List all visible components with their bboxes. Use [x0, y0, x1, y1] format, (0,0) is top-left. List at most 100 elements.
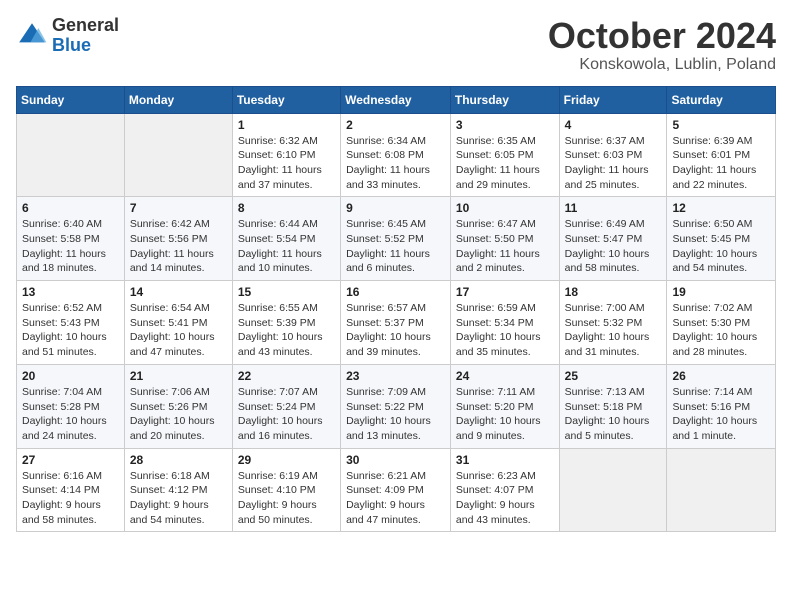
calendar-day-cell: 17 Sunrise: 6:59 AM Sunset: 5:34 PM Dayli… — [450, 281, 559, 365]
calendar-day-cell: 4 Sunrise: 6:37 AM Sunset: 6:03 PM Daylig… — [559, 113, 667, 197]
day-detail: Sunrise: 7:06 AM Sunset: 5:26 PM Dayligh… — [130, 385, 227, 444]
calendar-day-cell: 21Sunrise: 7:06 AM Sunset: 5:26 PM Dayli… — [124, 364, 232, 448]
day-detail: Sunrise: 6:49 AM Sunset: 5:47 PM Dayligh… — [565, 217, 662, 276]
calendar-day-cell: 13 Sunrise: 6:52 AM Sunset: 5:43 PM Dayli… — [17, 281, 125, 365]
day-detail: Sunrise: 6:44 AM Sunset: 5:54 PM Dayligh… — [238, 217, 335, 276]
day-detail: Sunrise: 6:45 AM Sunset: 5:52 PM Dayligh… — [346, 217, 445, 276]
weekday-header: Sunday — [17, 86, 125, 113]
calendar-day-cell: 5Sunrise: 6:39 AM Sunset: 6:01 PM Daylig… — [667, 113, 776, 197]
calendar-day-cell: 7 Sunrise: 6:42 AM Sunset: 5:56 PM Daylig… — [124, 197, 232, 281]
day-number: 3 — [456, 118, 554, 132]
day-number: 2 — [346, 118, 445, 132]
day-detail: Sunrise: 7:02 AM Sunset: 5:30 PM Dayligh… — [672, 301, 770, 360]
day-detail: Sunrise: 6:19 AM Sunset: 4:10 PM Dayligh… — [238, 469, 335, 528]
day-detail: Sunrise: 6:50 AM Sunset: 5:45 PM Dayligh… — [672, 217, 770, 276]
day-detail: Sunrise: 6:42 AM Sunset: 5:56 PM Dayligh… — [130, 217, 227, 276]
day-detail: Sunrise: 6:54 AM Sunset: 5:41 PM Dayligh… — [130, 301, 227, 360]
day-number: 20 — [22, 369, 119, 383]
calendar-day-cell: 6 Sunrise: 6:40 AM Sunset: 5:58 PM Daylig… — [17, 197, 125, 281]
day-number: 31 — [456, 453, 554, 467]
weekday-header: Saturday — [667, 86, 776, 113]
calendar-day-cell: 26 Sunrise: 7:14 AM Sunset: 5:16 PM Dayli… — [667, 364, 776, 448]
weekday-header: Wednesday — [341, 86, 451, 113]
day-number: 10 — [456, 201, 554, 215]
day-number: 7 — [130, 201, 227, 215]
month-title: October 2024 — [548, 16, 776, 56]
logo-text: General Blue — [52, 16, 119, 56]
day-number: 16 — [346, 285, 445, 299]
day-detail: Sunrise: 6:16 AM Sunset: 4:14 PM Dayligh… — [22, 469, 119, 528]
day-detail: Sunrise: 6:34 AM Sunset: 6:08 PM Dayligh… — [346, 134, 445, 193]
day-number: 8 — [238, 201, 335, 215]
calendar-day-cell: 31 Sunrise: 6:23 AM Sunset: 4:07 PM Dayli… — [450, 448, 559, 532]
day-number: 27 — [22, 453, 119, 467]
calendar-day-cell: 11 Sunrise: 6:49 AM Sunset: 5:47 PM Dayli… — [559, 197, 667, 281]
day-number: 14 — [130, 285, 227, 299]
calendar-day-cell: 8 Sunrise: 6:44 AM Sunset: 5:54 PM Daylig… — [232, 197, 340, 281]
day-detail: Sunrise: 6:55 AM Sunset: 5:39 PM Dayligh… — [238, 301, 335, 360]
calendar-day-cell: 22Sunrise: 7:07 AM Sunset: 5:24 PM Dayli… — [232, 364, 340, 448]
day-number: 25 — [565, 369, 662, 383]
day-number: 4 — [565, 118, 662, 132]
day-number: 9 — [346, 201, 445, 215]
calendar-day-cell: 24 Sunrise: 7:11 AM Sunset: 5:20 PM Dayli… — [450, 364, 559, 448]
logo-general: General — [52, 15, 119, 35]
calendar-day-cell: 14 Sunrise: 6:54 AM Sunset: 5:41 PM Dayli… — [124, 281, 232, 365]
title-block: October 2024 Konskowola, Lublin, Poland — [548, 16, 776, 74]
calendar-day-cell: 27 Sunrise: 6:16 AM Sunset: 4:14 PM Dayli… — [17, 448, 125, 532]
day-number: 5 — [672, 118, 770, 132]
day-number: 17 — [456, 285, 554, 299]
logo-icon — [16, 20, 48, 52]
day-number: 24 — [456, 369, 554, 383]
day-number: 26 — [672, 369, 770, 383]
day-number: 6 — [22, 201, 119, 215]
calendar-week-row: 27 Sunrise: 6:16 AM Sunset: 4:14 PM Dayli… — [17, 448, 776, 532]
calendar-day-cell: 20 Sunrise: 7:04 AM Sunset: 5:28 PM Dayli… — [17, 364, 125, 448]
calendar-day-cell: 15Sunrise: 6:55 AM Sunset: 5:39 PM Dayli… — [232, 281, 340, 365]
day-number: 12 — [672, 201, 770, 215]
day-detail: Sunrise: 6:21 AM Sunset: 4:09 PM Dayligh… — [346, 469, 445, 528]
day-detail: Sunrise: 7:04 AM Sunset: 5:28 PM Dayligh… — [22, 385, 119, 444]
calendar-day-cell: 12 Sunrise: 6:50 AM Sunset: 5:45 PM Dayli… — [667, 197, 776, 281]
calendar-day-cell: 9 Sunrise: 6:45 AM Sunset: 5:52 PM Daylig… — [341, 197, 451, 281]
calendar-day-cell: 2 Sunrise: 6:34 AM Sunset: 6:08 PM Daylig… — [341, 113, 451, 197]
calendar-day-cell — [559, 448, 667, 532]
day-detail: Sunrise: 7:13 AM Sunset: 5:18 PM Dayligh… — [565, 385, 662, 444]
calendar-day-cell: 3Sunrise: 6:35 AM Sunset: 6:05 PM Daylig… — [450, 113, 559, 197]
day-detail: Sunrise: 6:52 AM Sunset: 5:43 PM Dayligh… — [22, 301, 119, 360]
calendar-week-row: 20 Sunrise: 7:04 AM Sunset: 5:28 PM Dayli… — [17, 364, 776, 448]
day-detail: Sunrise: 6:32 AM Sunset: 6:10 PM Dayligh… — [238, 134, 335, 193]
day-detail: Sunrise: 7:00 AM Sunset: 5:32 PM Dayligh… — [565, 301, 662, 360]
logo: General Blue — [16, 16, 119, 56]
calendar-day-cell — [667, 448, 776, 532]
calendar-day-cell: 18 Sunrise: 7:00 AM Sunset: 5:32 PM Dayli… — [559, 281, 667, 365]
calendar-day-cell: 30Sunrise: 6:21 AM Sunset: 4:09 PM Dayli… — [341, 448, 451, 532]
day-number: 18 — [565, 285, 662, 299]
calendar-week-row: 13 Sunrise: 6:52 AM Sunset: 5:43 PM Dayli… — [17, 281, 776, 365]
weekday-header: Tuesday — [232, 86, 340, 113]
day-number: 11 — [565, 201, 662, 215]
day-detail: Sunrise: 6:18 AM Sunset: 4:12 PM Dayligh… — [130, 469, 227, 528]
calendar-day-cell: 23Sunrise: 7:09 AM Sunset: 5:22 PM Dayli… — [341, 364, 451, 448]
day-detail: Sunrise: 7:14 AM Sunset: 5:16 PM Dayligh… — [672, 385, 770, 444]
calendar-day-cell: 19Sunrise: 7:02 AM Sunset: 5:30 PM Dayli… — [667, 281, 776, 365]
day-detail: Sunrise: 6:37 AM Sunset: 6:03 PM Dayligh… — [565, 134, 662, 193]
day-number: 29 — [238, 453, 335, 467]
calendar-day-cell: 1Sunrise: 6:32 AM Sunset: 6:10 PM Daylig… — [232, 113, 340, 197]
calendar-day-cell — [124, 113, 232, 197]
day-detail: Sunrise: 6:23 AM Sunset: 4:07 PM Dayligh… — [456, 469, 554, 528]
day-detail: Sunrise: 6:59 AM Sunset: 5:34 PM Dayligh… — [456, 301, 554, 360]
day-number: 23 — [346, 369, 445, 383]
day-number: 28 — [130, 453, 227, 467]
calendar-table: SundayMondayTuesdayWednesdayThursdayFrid… — [16, 86, 776, 533]
weekday-header: Thursday — [450, 86, 559, 113]
day-detail: Sunrise: 6:40 AM Sunset: 5:58 PM Dayligh… — [22, 217, 119, 276]
calendar-day-cell: 16Sunrise: 6:57 AM Sunset: 5:37 PM Dayli… — [341, 281, 451, 365]
day-number: 13 — [22, 285, 119, 299]
logo-blue: Blue — [52, 35, 91, 55]
calendar-week-row: 6 Sunrise: 6:40 AM Sunset: 5:58 PM Daylig… — [17, 197, 776, 281]
calendar-day-cell: 10Sunrise: 6:47 AM Sunset: 5:50 PM Dayli… — [450, 197, 559, 281]
day-detail: Sunrise: 7:11 AM Sunset: 5:20 PM Dayligh… — [456, 385, 554, 444]
calendar-week-row: 1Sunrise: 6:32 AM Sunset: 6:10 PM Daylig… — [17, 113, 776, 197]
day-number: 22 — [238, 369, 335, 383]
